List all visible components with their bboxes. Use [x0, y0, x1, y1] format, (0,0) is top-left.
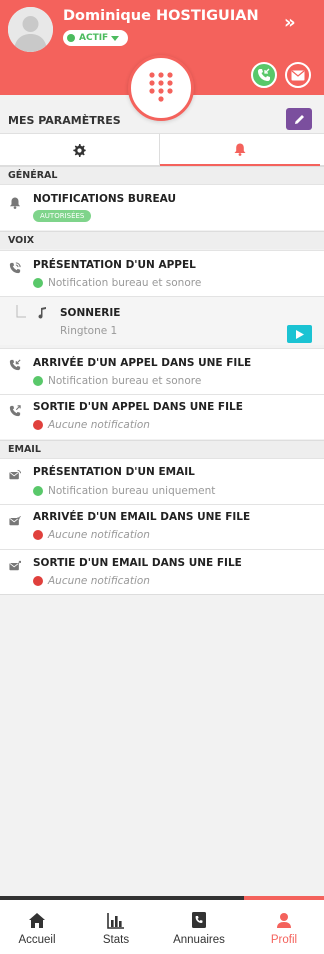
setting-row-email-queue-exit[interactable]: SORTIE D'UN EMAIL DANS UNE FILE Aucune n… — [0, 549, 324, 595]
setting-status: Notification bureau uniquement — [33, 485, 215, 497]
edit-button[interactable] — [286, 108, 312, 130]
setting-title: SORTIE D'UN EMAIL DANS UNE FILE — [33, 557, 242, 569]
stats-icon — [107, 913, 124, 929]
nav-item-directories[interactable]: Annuaires — [166, 904, 232, 954]
check-circle-icon — [33, 376, 43, 386]
nav-active-indicator — [244, 896, 324, 900]
dialpad-button[interactable] — [128, 55, 194, 121]
status-text: Notification bureau et sonore — [48, 277, 202, 289]
status-label: ACTIF — [79, 33, 109, 43]
avatar-placeholder-icon — [8, 7, 53, 52]
phone-ringing-icon — [9, 262, 21, 274]
setting-row-call-queue-exit[interactable]: SORTIE D'UN APPEL DANS UNE FILE Aucune n… — [0, 394, 324, 439]
setting-row-email-queue-arrival[interactable]: ARRIVÉE D'UN EMAIL DANS UNE FILE Aucune … — [0, 504, 324, 549]
setting-status: Notification bureau et sonore — [33, 375, 201, 387]
music-note-icon — [38, 307, 46, 319]
setting-status: Aucune notification — [33, 419, 150, 431]
check-circle-icon — [33, 278, 43, 288]
check-circle-icon — [33, 486, 43, 496]
bottom-nav: Accueil Stats Annuaires Profil — [0, 896, 324, 954]
setting-status: Aucune notification — [33, 575, 150, 587]
home-icon — [29, 913, 45, 928]
tab-notifications[interactable] — [160, 134, 320, 166]
directory-icon — [192, 912, 206, 928]
setting-title: SONNERIE — [60, 307, 121, 319]
nav-item-stats[interactable]: Stats — [96, 904, 136, 954]
setting-row-call-presentation[interactable]: PRÉSENTATION D'UN APPEL Notification bur… — [0, 250, 324, 296]
bell-icon — [9, 197, 21, 209]
setting-row-call-queue-arrival[interactable]: ARRIVÉE D'UN APPEL DANS UNE FILE Notific… — [0, 348, 324, 394]
play-button[interactable] — [287, 325, 312, 343]
section-header-email: EMAIL — [0, 440, 324, 458]
setting-row-desktop-notifications[interactable]: NOTIFICATIONS BUREAU AUTORISÉES — [0, 184, 324, 230]
bell-icon — [234, 143, 246, 156]
x-circle-icon — [33, 530, 43, 540]
status-dot-icon — [67, 34, 75, 42]
setting-title: PRÉSENTATION D'UN APPEL — [33, 259, 196, 271]
setting-title: ARRIVÉE D'UN EMAIL DANS UNE FILE — [33, 511, 251, 523]
nav-label: Profil — [270, 934, 298, 946]
expand-icon[interactable]: » — [284, 12, 296, 33]
email-outgoing-icon — [9, 560, 21, 571]
page-title: MES PARAMÈTRES — [8, 114, 121, 127]
status-text: Notification bureau uniquement — [48, 485, 216, 497]
settings-tabs — [0, 133, 324, 166]
setting-status: Aucune notification — [33, 529, 150, 541]
nav-label: Annuaires — [173, 934, 225, 946]
play-icon — [295, 329, 304, 339]
phone-outgoing-icon — [9, 405, 21, 417]
user-name: Dominique HOSTIGUIAN — [63, 8, 259, 24]
call-forward-button[interactable] — [251, 62, 277, 88]
envelope-icon — [291, 70, 305, 80]
ringtone-name: Ringtone 1 — [60, 325, 118, 337]
status-dropdown[interactable]: ACTIF — [63, 30, 128, 46]
tree-branch-icon — [16, 305, 26, 318]
status-text: Aucune notification — [48, 419, 150, 431]
x-circle-icon — [33, 420, 43, 430]
phone-incoming-icon — [9, 359, 21, 371]
status-text: Aucune notification — [48, 529, 150, 541]
pencil-icon — [294, 114, 304, 124]
setting-row-ringtone[interactable]: SONNERIE Ringtone 1 — [0, 296, 324, 345]
nav-item-home[interactable]: Accueil — [14, 904, 60, 954]
setting-status: Notification bureau et sonore — [33, 277, 201, 289]
tab-general-settings[interactable] — [0, 134, 160, 166]
email-incoming-icon — [9, 515, 21, 526]
dialpad-icon — [149, 72, 173, 102]
profile-icon — [277, 913, 291, 928]
phone-incoming-icon — [258, 68, 270, 81]
nav-item-profile[interactable]: Profil — [264, 904, 304, 954]
chevron-down-icon — [111, 35, 120, 41]
setting-title: ARRIVÉE D'UN APPEL DANS UNE FILE — [33, 357, 252, 369]
email-presentation-icon — [9, 469, 21, 480]
x-circle-icon — [33, 576, 43, 586]
setting-row-email-presentation[interactable]: PRÉSENTATION D'UN EMAIL Notification bur… — [0, 458, 324, 504]
status-badge: AUTORISÉES — [33, 210, 92, 222]
gear-icon — [73, 143, 86, 157]
status-text: Aucune notification — [48, 575, 150, 587]
status-text: Notification bureau et sonore — [48, 375, 202, 387]
section-header-voice: VOIX — [0, 231, 324, 249]
setting-title: NOTIFICATIONS BUREAU — [33, 193, 176, 205]
nav-label: Stats — [102, 934, 130, 946]
setting-title: SORTIE D'UN APPEL DANS UNE FILE — [33, 401, 243, 413]
avatar[interactable] — [8, 7, 53, 52]
nav-label: Accueil — [18, 934, 56, 946]
email-button[interactable] — [285, 62, 311, 88]
section-header-general: GÉNÉRAL — [0, 166, 324, 184]
setting-title: PRÉSENTATION D'UN EMAIL — [33, 466, 195, 478]
